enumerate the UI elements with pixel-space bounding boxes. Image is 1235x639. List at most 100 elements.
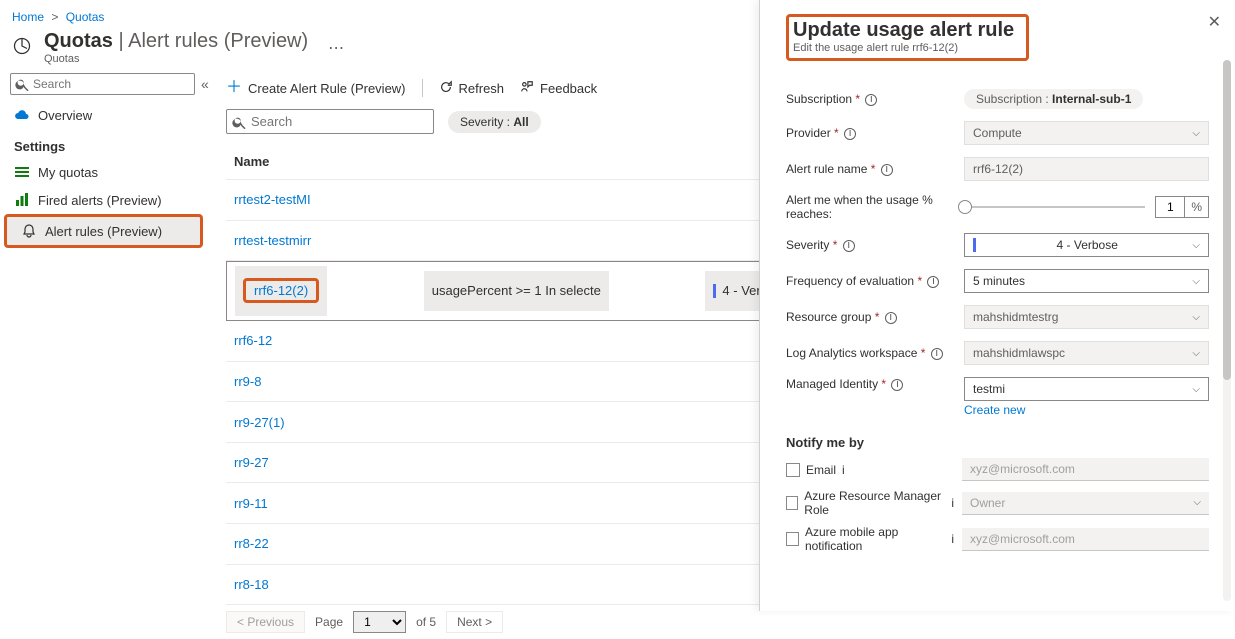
rule-name-cell[interactable]: rr8-22 bbox=[226, 523, 806, 564]
flyout-panel: ✕ Update usage alert rule Edit the usage… bbox=[759, 0, 1235, 611]
page-subtitle: Alert rules (Preview) bbox=[128, 30, 308, 52]
breadcrumb-quotas[interactable]: Quotas bbox=[66, 10, 105, 24]
severity-select[interactable]: 4 - Verbose⌵ bbox=[964, 233, 1209, 257]
frequency-select[interactable]: 5 minutes⌵ bbox=[964, 269, 1209, 293]
chevron-down-icon: ⌵ bbox=[1192, 312, 1200, 323]
pager-next-button[interactable]: Next > bbox=[446, 611, 503, 633]
sidebar: « Overview Settings My quotas Fired aler… bbox=[0, 73, 212, 612]
flyout-title: Update usage alert rule bbox=[793, 19, 1014, 42]
info-icon[interactable]: i bbox=[881, 164, 893, 176]
breadcrumb-home[interactable]: Home bbox=[12, 10, 44, 24]
mobile-app-checkbox[interactable] bbox=[786, 532, 799, 546]
flyout-subtitle: Edit the usage alert rule rrf6-12(2) bbox=[793, 42, 1014, 54]
more-menu-icon[interactable]: ⋯ bbox=[328, 38, 344, 58]
info-icon[interactable]: i bbox=[931, 348, 943, 360]
refresh-icon bbox=[439, 80, 453, 97]
info-icon[interactable]: i bbox=[951, 532, 954, 546]
slider-handle[interactable] bbox=[958, 200, 972, 214]
email-input[interactable]: xyz@microsoft.com bbox=[962, 458, 1209, 481]
law-select: mahshidmlawspc⌵ bbox=[964, 341, 1209, 365]
law-label: Log Analytics workspace bbox=[786, 346, 917, 360]
nav-overview-label: Overview bbox=[38, 108, 92, 123]
pager-of-label: of 5 bbox=[416, 615, 436, 629]
pager-page-select[interactable]: 1 bbox=[353, 611, 406, 633]
flyout-header: Update usage alert rule Edit the usage a… bbox=[786, 14, 1029, 61]
page-service-label: Quotas bbox=[44, 53, 308, 65]
info-icon[interactable]: i bbox=[843, 240, 855, 252]
notify-heading: Notify me by bbox=[786, 435, 1209, 450]
rule-condition-cell: usagePercent >= 1 In selecte bbox=[424, 271, 609, 311]
usage-pct-input[interactable] bbox=[1156, 197, 1184, 217]
nav-overview[interactable]: Overview bbox=[0, 101, 211, 129]
rule-name-cell[interactable]: rr8-18 bbox=[226, 564, 806, 605]
nav-fired-alerts[interactable]: Fired alerts (Preview) bbox=[0, 186, 211, 214]
info-icon[interactable]: i bbox=[865, 94, 877, 106]
resource-group-select: mahshidmtestrg⌵ bbox=[964, 305, 1209, 329]
table-row[interactable]: rrf6-12(2) usagePercent >= 1 In selecte … bbox=[226, 261, 806, 321]
page-title: Quotas bbox=[44, 30, 113, 52]
refresh-button[interactable]: Refresh bbox=[439, 80, 505, 97]
usage-pct-label: Alert me when the usage % reaches: bbox=[786, 193, 933, 221]
info-icon[interactable]: i bbox=[844, 128, 856, 140]
managed-identity-select[interactable]: testmi⌵ bbox=[964, 377, 1209, 401]
nav-alert-rules[interactable]: Alert rules (Preview) bbox=[4, 214, 203, 248]
managed-identity-label: Managed Identity bbox=[786, 377, 878, 391]
rule-name-input: rrf6-12(2) bbox=[964, 157, 1209, 181]
pct-unit: % bbox=[1184, 197, 1208, 217]
arm-role-label: Azure Resource Manager Role bbox=[804, 489, 945, 517]
rule-name-cell[interactable]: rrtest-testmirr bbox=[226, 220, 806, 261]
feedback-button[interactable]: Feedback bbox=[520, 80, 597, 97]
nav-my-quotas[interactable]: My quotas bbox=[0, 158, 211, 186]
chevron-down-icon: ⌵ bbox=[1192, 276, 1200, 287]
info-icon[interactable]: i bbox=[885, 312, 897, 324]
sidebar-search-input[interactable] bbox=[10, 73, 195, 95]
person-feedback-icon bbox=[520, 80, 534, 97]
rules-search-input[interactable] bbox=[226, 109, 434, 134]
quotas-icon bbox=[12, 36, 32, 56]
mobile-app-label: Azure mobile app notification bbox=[805, 525, 945, 553]
info-icon[interactable]: i bbox=[891, 379, 903, 391]
create-alert-button[interactable]: ＋Create Alert Rule (Preview) bbox=[226, 80, 406, 96]
nav-settings-heading: Settings bbox=[0, 129, 211, 158]
rule-name-cell[interactable]: rrf6-12 bbox=[226, 321, 806, 361]
arm-role-checkbox[interactable] bbox=[786, 496, 798, 510]
plus-icon: ＋ bbox=[226, 80, 242, 96]
close-icon[interactable]: ✕ bbox=[1208, 12, 1221, 32]
frequency-label: Frequency of evaluation bbox=[786, 274, 914, 288]
chevron-down-icon: ⌵ bbox=[1193, 497, 1201, 508]
resource-group-label: Resource group bbox=[786, 310, 871, 324]
nav-my-quotas-label: My quotas bbox=[38, 165, 98, 180]
rule-name-label: Alert rule name bbox=[786, 162, 867, 176]
email-checkbox[interactable] bbox=[786, 463, 800, 477]
rule-name-cell[interactable]: rrf6-12(2) bbox=[235, 266, 327, 316]
info-icon[interactable]: i bbox=[927, 276, 939, 288]
info-icon[interactable]: i bbox=[951, 496, 954, 510]
provider-select: Compute⌵ bbox=[964, 121, 1209, 145]
usage-pct-slider[interactable] bbox=[964, 206, 1145, 208]
severity-filter-pill[interactable]: Severity : All bbox=[448, 111, 541, 133]
chevron-down-icon: ⌵ bbox=[1192, 384, 1200, 395]
rule-name-cell[interactable]: rr9-8 bbox=[226, 361, 806, 402]
create-new-link[interactable]: Create new bbox=[964, 403, 1025, 417]
rule-name-cell[interactable]: rr9-27 bbox=[226, 442, 806, 483]
subscription-label: Subscription bbox=[786, 92, 852, 106]
subscription-value: Subscription : Internal-sub-1 bbox=[964, 89, 1143, 109]
cloud-icon bbox=[14, 107, 30, 123]
info-icon[interactable]: i bbox=[842, 463, 845, 477]
nav-fired-alerts-label: Fired alerts (Preview) bbox=[38, 193, 162, 208]
severity-label: Severity bbox=[786, 238, 829, 252]
col-name[interactable]: Name bbox=[226, 144, 806, 180]
rule-name-cell[interactable]: rr9-27(1) bbox=[226, 402, 806, 443]
chevron-down-icon: ⌵ bbox=[1192, 348, 1200, 359]
mobile-app-input[interactable]: xyz@microsoft.com bbox=[962, 528, 1209, 551]
scrollbar-thumb[interactable] bbox=[1223, 60, 1231, 380]
chart-icon bbox=[14, 192, 30, 208]
email-label: Email bbox=[806, 463, 836, 477]
collapse-icon[interactable]: « bbox=[201, 76, 209, 92]
chevron-down-icon: ⌵ bbox=[1192, 240, 1200, 251]
arm-role-select[interactable]: Owner⌵ bbox=[962, 492, 1209, 515]
pager-page-label: Page bbox=[315, 615, 343, 629]
pager-prev-button[interactable]: < Previous bbox=[226, 611, 305, 633]
rule-name-cell[interactable]: rrtest2-testMI bbox=[226, 180, 806, 221]
rule-name-cell[interactable]: rr9-11 bbox=[226, 483, 806, 524]
